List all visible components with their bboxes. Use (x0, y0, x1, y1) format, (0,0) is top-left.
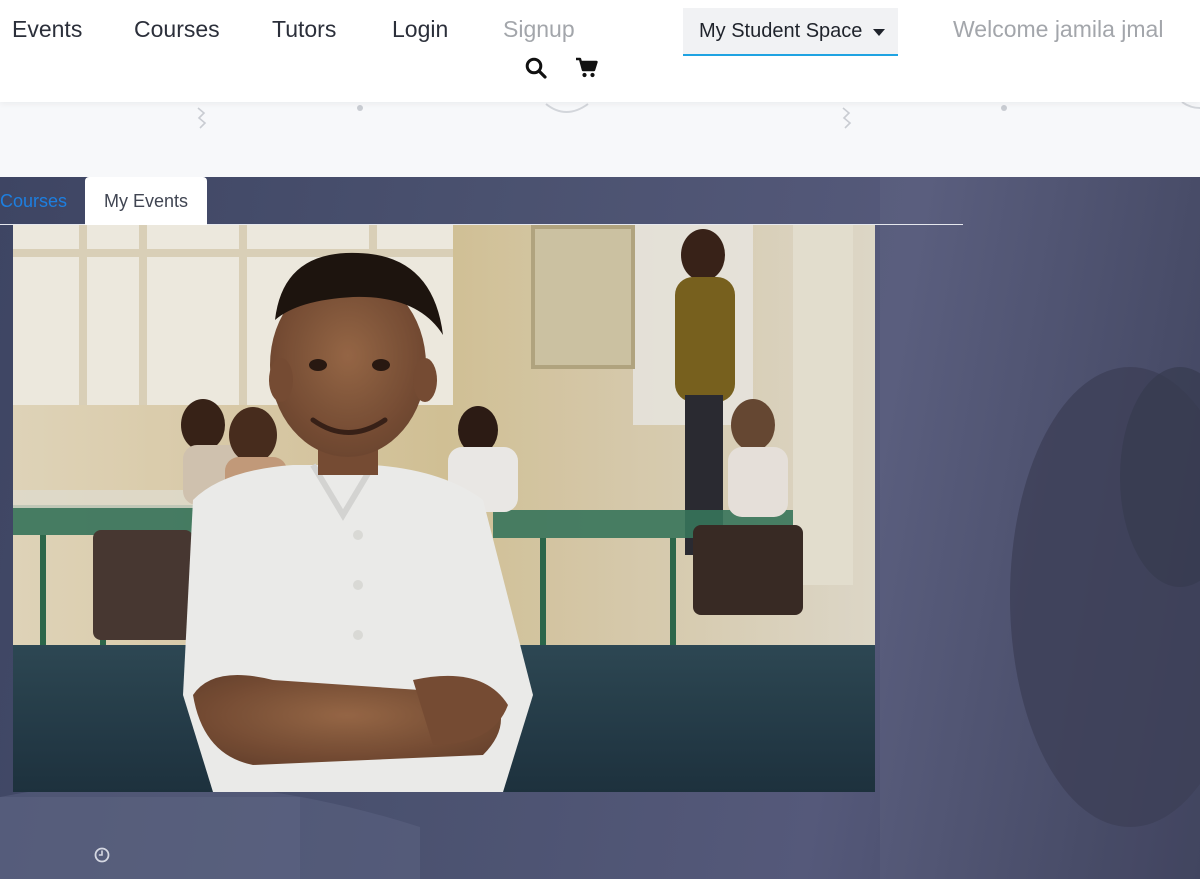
top-navigation-bar: Events Courses Tutors Login Signup My St… (0, 0, 1200, 102)
nav-link-tutors[interactable]: Tutors (272, 14, 336, 44)
tab-my-events[interactable]: My Events (85, 177, 207, 225)
cart-icon[interactable] (575, 57, 598, 78)
hero-section: Courses My Events (0, 177, 1200, 879)
my-student-space-dropdown[interactable]: My Student Space (683, 8, 898, 56)
event-image (13, 225, 875, 792)
welcome-message: Welcome jamila jmal (953, 16, 1164, 42)
nav-link-courses[interactable]: Courses (134, 14, 220, 44)
tab-courses[interactable]: Courses (0, 177, 67, 225)
clock-icon (94, 847, 110, 868)
dropdown-label: My Student Space (699, 19, 863, 42)
chevron-down-icon (873, 28, 886, 36)
content-tabs: Courses My Events (0, 177, 963, 225)
nav-link-login[interactable]: Login (392, 14, 448, 44)
nav-link-signup[interactable]: Signup (503, 14, 575, 44)
decorative-pattern-banner (0, 102, 1200, 177)
nav-link-events[interactable]: Events (12, 14, 82, 44)
search-icon[interactable] (525, 57, 547, 79)
